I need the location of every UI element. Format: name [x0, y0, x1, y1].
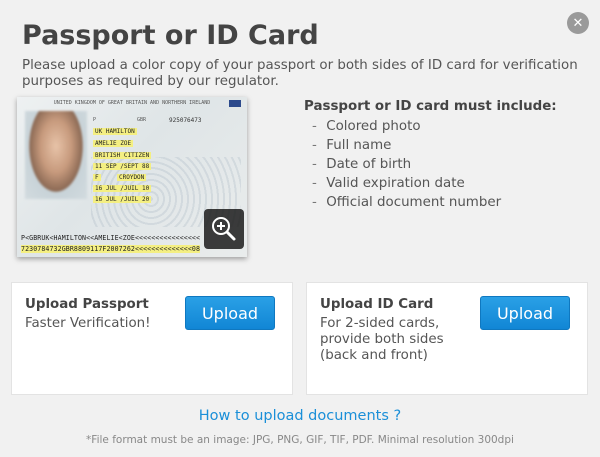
passport-code: GBR	[137, 117, 147, 123]
passport-sex: F	[93, 174, 101, 181]
passport-date-of-issue: 16 JUL /JUIL 10	[93, 185, 152, 192]
file-format-note: *File format must be an image: JPG, PNG,…	[86, 434, 514, 446]
passport-mrz-line-2: 7230784732GBR8809117F2007262<<<<<<<<<<<<…	[21, 245, 201, 253]
passport-surname: UK HAMILTON	[93, 128, 137, 135]
upload-passport-title: Upload Passport	[25, 297, 149, 312]
passport-mrz-line-1: P<GBRUK<HAMILTON<<AMELIE<ZOE<<<<<<<<<<<<…	[21, 234, 201, 242]
sample-passport-image: UNITED KINGDOM OF GREAT BRITAIN AND NORT…	[17, 97, 247, 257]
passport-emblem	[229, 100, 241, 107]
close-icon: ✕	[572, 15, 584, 31]
passport-date-of-birth: 11 SEP /SEPT 88	[93, 163, 152, 170]
passport-photo	[25, 111, 87, 199]
upload-id-card-button[interactable]: Upload	[480, 296, 570, 330]
upload-id-card-title: Upload ID Card	[320, 297, 434, 312]
upload-id-card-card: Upload ID Card For 2-sided cards, provid…	[306, 282, 588, 395]
zoom-in-icon	[212, 217, 236, 241]
upload-id-card-subtitle: For 2-sided cards, provide both sides (b…	[320, 316, 444, 363]
zoom-button[interactable]	[204, 209, 244, 249]
requirement-item: - Valid expiration date	[312, 176, 465, 191]
passport-header: UNITED KINGDOM OF GREAT BRITAIN AND NORT…	[53, 100, 211, 106]
upload-passport-card: Upload Passport Faster Verification! Upl…	[11, 282, 293, 395]
requirement-item: - Official document number	[312, 195, 502, 210]
upload-passport-button[interactable]: Upload	[185, 296, 275, 330]
requirement-item: - Full name	[312, 138, 392, 153]
passport-date-of-expiry: 16 JUL /JUIL 20	[93, 196, 152, 203]
close-button[interactable]: ✕	[567, 12, 589, 34]
upload-passport-subtitle: Faster Verification!	[25, 316, 151, 331]
passport-number: 925076473	[169, 117, 202, 124]
upload-document-modal: ✕ Passport or ID Card Please upload a co…	[0, 0, 600, 457]
passport-given-names: AMELIE ZOE	[93, 140, 134, 147]
requirements-title: Passport or ID card must include:	[304, 99, 557, 114]
passport-place-of-birth: CROYDON	[117, 174, 147, 181]
requirements-list: - Colored photo - Full name - Date of bi…	[312, 117, 501, 212]
requirement-item: - Date of birth	[312, 157, 412, 172]
passport-type: P	[93, 117, 97, 123]
passport-nationality: BRITISH CITIZEN	[93, 152, 152, 159]
how-to-upload-link[interactable]: How to upload documents ?	[0, 408, 600, 424]
requirement-item: - Colored photo	[312, 119, 421, 134]
modal-title: Passport or ID Card	[22, 20, 319, 51]
modal-description: Please upload a color copy of your passp…	[22, 58, 578, 89]
